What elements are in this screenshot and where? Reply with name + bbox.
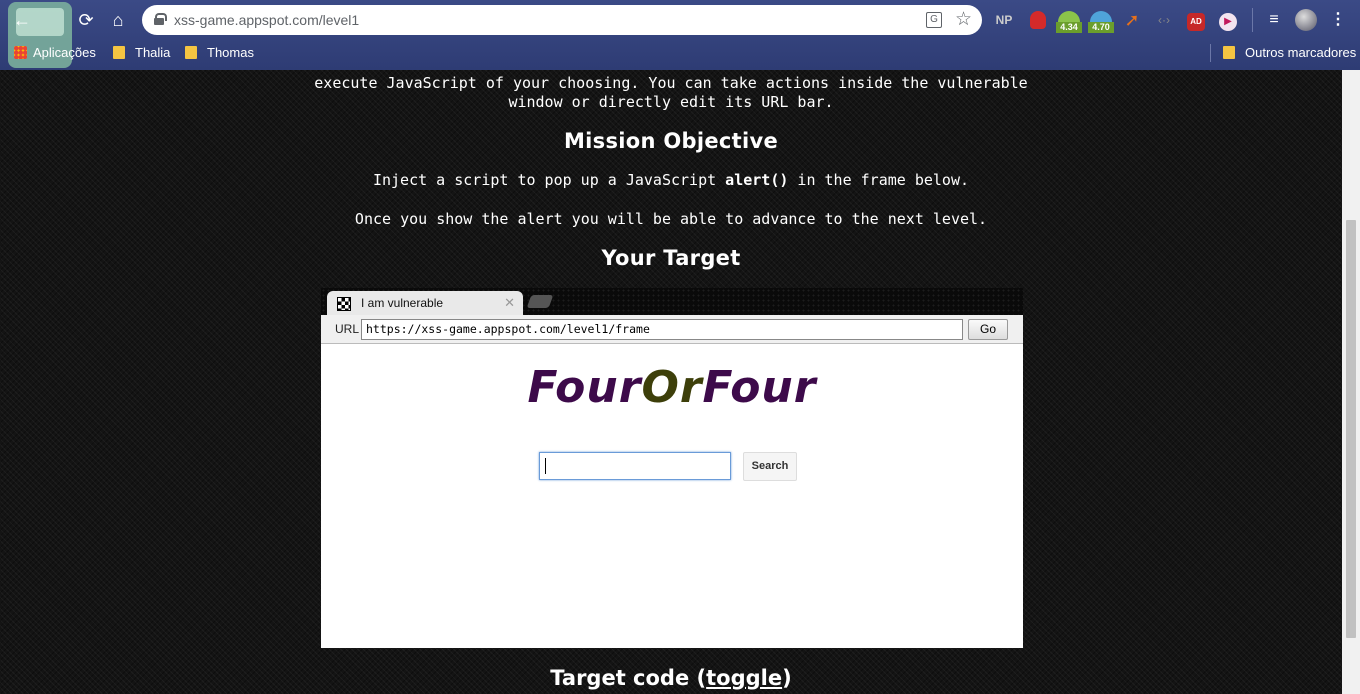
frame-tabstrip: I am vulnerable ✕ (321, 288, 1023, 316)
bookmark-thomas[interactable]: Thomas (185, 44, 254, 62)
page-content: execute JavaScript of your choosing. You… (0, 70, 1342, 694)
bookmark-thalia-label: Thalia (135, 45, 171, 60)
go-button[interactable]: Go (968, 319, 1008, 340)
checkered-favicon-icon (337, 297, 351, 311)
mission-objective-heading: Mission Objective (563, 129, 779, 153)
alert-code: alert() (725, 171, 789, 189)
vertical-scrollbar[interactable] (1342, 70, 1360, 694)
lock-icon (154, 13, 167, 25)
extension-play-icon[interactable]: ▶ (1216, 8, 1240, 32)
bookmarks-bar: Aplicações Thalia Thomas Outros marcador… (0, 40, 1360, 66)
folder-icon (185, 46, 197, 59)
bookmark-thalia[interactable]: Thalia (113, 44, 170, 62)
frame-body: FourOrFour Search (322, 344, 1022, 646)
extension-android-blue-badge: 4.70 (1088, 22, 1114, 33)
frame-tab[interactable]: I am vulnerable ✕ (327, 291, 523, 316)
intro-text-line1: execute JavaScript of your choosing. You… (314, 74, 1028, 92)
new-tab-icon[interactable] (526, 295, 554, 308)
bookmark-other-label: Outros marcadores (1245, 45, 1357, 60)
frame-tab-title: I am vulnerable (361, 296, 444, 310)
objective-text-after: in the frame below. (788, 171, 970, 189)
avatar[interactable] (1294, 8, 1318, 32)
frame-url-bar: URL https://xss-game.appspot.com/level1/… (321, 315, 1023, 344)
extension-android-icon[interactable]: 4.34 (1056, 8, 1082, 33)
target-code-label: Target code ( (550, 666, 707, 690)
toggle-link[interactable]: toggle (706, 666, 782, 690)
address-bar-url[interactable]: xss-game.appspot.com/level1 (174, 12, 359, 28)
address-bar[interactable]: xss-game.appspot.com/level1 G ☆ (142, 5, 982, 35)
bookmark-thomas-label: Thomas (207, 45, 254, 60)
menu-kebab-icon[interactable]: ⋮ (1326, 8, 1350, 32)
bookmark-star-icon[interactable]: ☆ (955, 8, 972, 31)
target-code-heading: Target code (toggle) (0, 666, 1342, 690)
objective-text-before: Inject a script to pop up a JavaScript (372, 171, 726, 189)
browser-toolbar: ← ⟳ ⌂ xss-game.appspot.com/level1 G ☆ NP… (0, 0, 1360, 70)
target-frame: I am vulnerable ✕ URL https://xss-game.a… (321, 288, 1023, 648)
extension-android-badge: 4.34 (1056, 22, 1082, 33)
scrollbar-thumb[interactable] (1346, 220, 1356, 638)
url-label: URL (335, 322, 360, 336)
fourorfour-logo: FourOrFour (322, 362, 1022, 413)
target-code-close: ) (782, 666, 792, 690)
your-target-heading: Your Target (601, 246, 741, 270)
close-icon[interactable]: ✕ (504, 295, 515, 311)
home-icon[interactable]: ⌂ (106, 8, 130, 32)
extension-android-blue-icon[interactable]: 4.70 (1088, 8, 1114, 33)
bookmark-apps[interactable]: Aplicações (14, 44, 96, 62)
search-input[interactable] (539, 452, 731, 480)
extension-hand-icon[interactable] (1026, 8, 1050, 32)
intro-text-line2: window or directly edit its URL bar. (508, 93, 834, 111)
reload-icon[interactable]: ⟳ (74, 8, 98, 32)
bookmark-other[interactable]: Outros marcadores (1210, 44, 1356, 62)
extension-code-icon[interactable]: ‹·› (1152, 8, 1176, 32)
logo-part-or: Or (641, 362, 703, 413)
bookmark-apps-label: Aplicações (33, 45, 96, 60)
folder-icon (1223, 46, 1235, 59)
objective-text: Inject a script to pop up a JavaScript a… (0, 171, 1342, 189)
back-icon[interactable]: ← (10, 8, 34, 32)
advance-text: Once you show the alert you will be able… (354, 210, 988, 228)
apps-grid-icon (14, 46, 27, 59)
frame-url-input[interactable]: https://xss-game.appspot.com/level1/fram… (361, 319, 963, 340)
search-button[interactable]: Search (743, 452, 797, 481)
media-queue-icon[interactable]: ≡ (1262, 8, 1286, 32)
extension-np-icon[interactable]: NP (992, 8, 1016, 32)
logo-part-four-end: Four (702, 362, 817, 413)
logo-part-four: Four (527, 362, 642, 413)
folder-icon (113, 46, 125, 59)
extension-adblock-icon[interactable]: AD (1184, 8, 1208, 32)
extension-arrow-icon[interactable]: ➚ (1120, 8, 1144, 32)
translate-icon[interactable]: G (926, 12, 942, 28)
